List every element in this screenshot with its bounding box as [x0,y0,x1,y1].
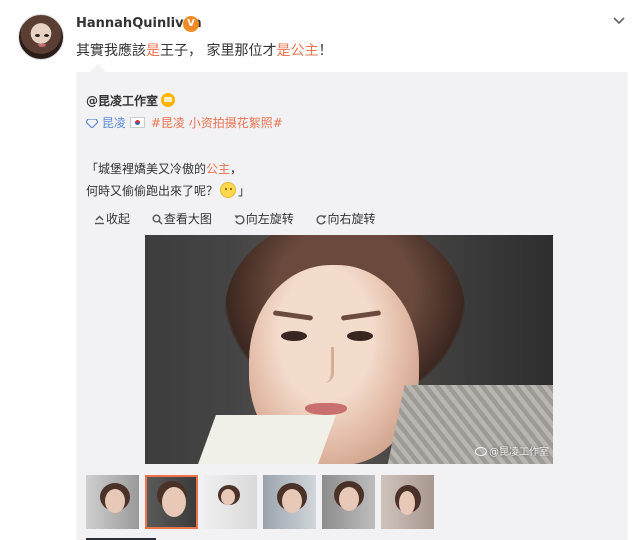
user-link[interactable]: 昆凌 [102,116,126,130]
collapse-icon [95,215,104,225]
rotate-right-label: 向右旋转 [327,212,376,226]
post-text-highlight: 是 [276,43,291,59]
post-text-highlight: 是 [146,43,160,59]
repost-container: @昆凌工作室 昆凌 #昆凌 小资拍摄花絮照# 「城堡裡嬌美又冷傲的公主， 何時又偷… [76,64,628,540]
thumbnail[interactable] [322,475,375,529]
image-actions: 收起 查看大图 向左旋转 向右旋转 [94,210,394,227]
photo-watermark: @昆凌工作室 [475,443,549,458]
thumbnail-selected[interactable] [145,475,198,529]
quote-line-1: 「城堡裡嬌美又冷傲的公主， [86,160,242,177]
emoji-icon [220,182,237,198]
quote-text: 」 [238,184,251,198]
view-large-button[interactable]: 查看大图 [152,210,212,227]
original-author[interactable]: @昆凌工作室 [86,92,176,109]
main-photo[interactable]: @昆凌工作室 [145,235,553,464]
topic-tag-part: #昆凌 [150,116,185,130]
quote-text: ， [230,162,243,176]
post-text-part: ！ [318,43,333,59]
rotate-left-button[interactable]: 向左旋转 [234,210,294,227]
topic-tag-link[interactable]: #昆凌 小资拍摄花絮照# [151,116,283,130]
thumbnail[interactable] [86,475,139,529]
weibo-logo-icon [475,447,487,456]
diamond-link-icon [86,119,98,128]
topic-tag-part: 小资拍摄花絮照# [188,116,283,130]
thumbnail[interactable] [204,475,257,529]
post-text-part: 王子， 家里那位才 [160,43,277,59]
crown-icon [161,93,176,107]
thumbnail[interactable] [263,475,316,529]
rotate-left-label: 向左旋转 [245,212,294,226]
user-avatar[interactable] [18,14,64,60]
watermark-text: @昆凌工作室 [489,447,549,458]
quote-text: 何時又偷偷跑出來了呢？ [86,184,219,198]
quote-highlight: 公主 [206,162,231,176]
search-icon [152,214,163,225]
chevron-down-icon[interactable] [612,14,626,28]
rotate-right-icon [316,215,327,225]
post-text-highlight: 公主 [290,43,319,59]
tag-line: 昆凌 #昆凌 小资拍摄花絮照# [86,114,283,131]
rotate-right-button[interactable]: 向右旋转 [316,210,376,227]
post-text: 其實我應該是王子， 家里那位才是公主！ [76,40,332,60]
korea-flag-icon [129,117,145,128]
original-author-name[interactable]: @昆凌工作室 [86,94,158,108]
verified-badge-icon: V [183,16,199,32]
post-text-part: 其實我應該 [76,43,146,59]
collapse-button[interactable]: 收起 [94,210,130,227]
rotate-left-icon [234,215,245,225]
quote-line-2: 何時又偷偷跑出來了呢？ 」 [86,182,250,199]
thumbnail[interactable] [381,475,434,529]
quote-text: 「城堡裡嬌美又冷傲的 [86,162,207,176]
collapse-label: 收起 [106,212,131,226]
view-large-label: 查看大图 [163,212,212,226]
